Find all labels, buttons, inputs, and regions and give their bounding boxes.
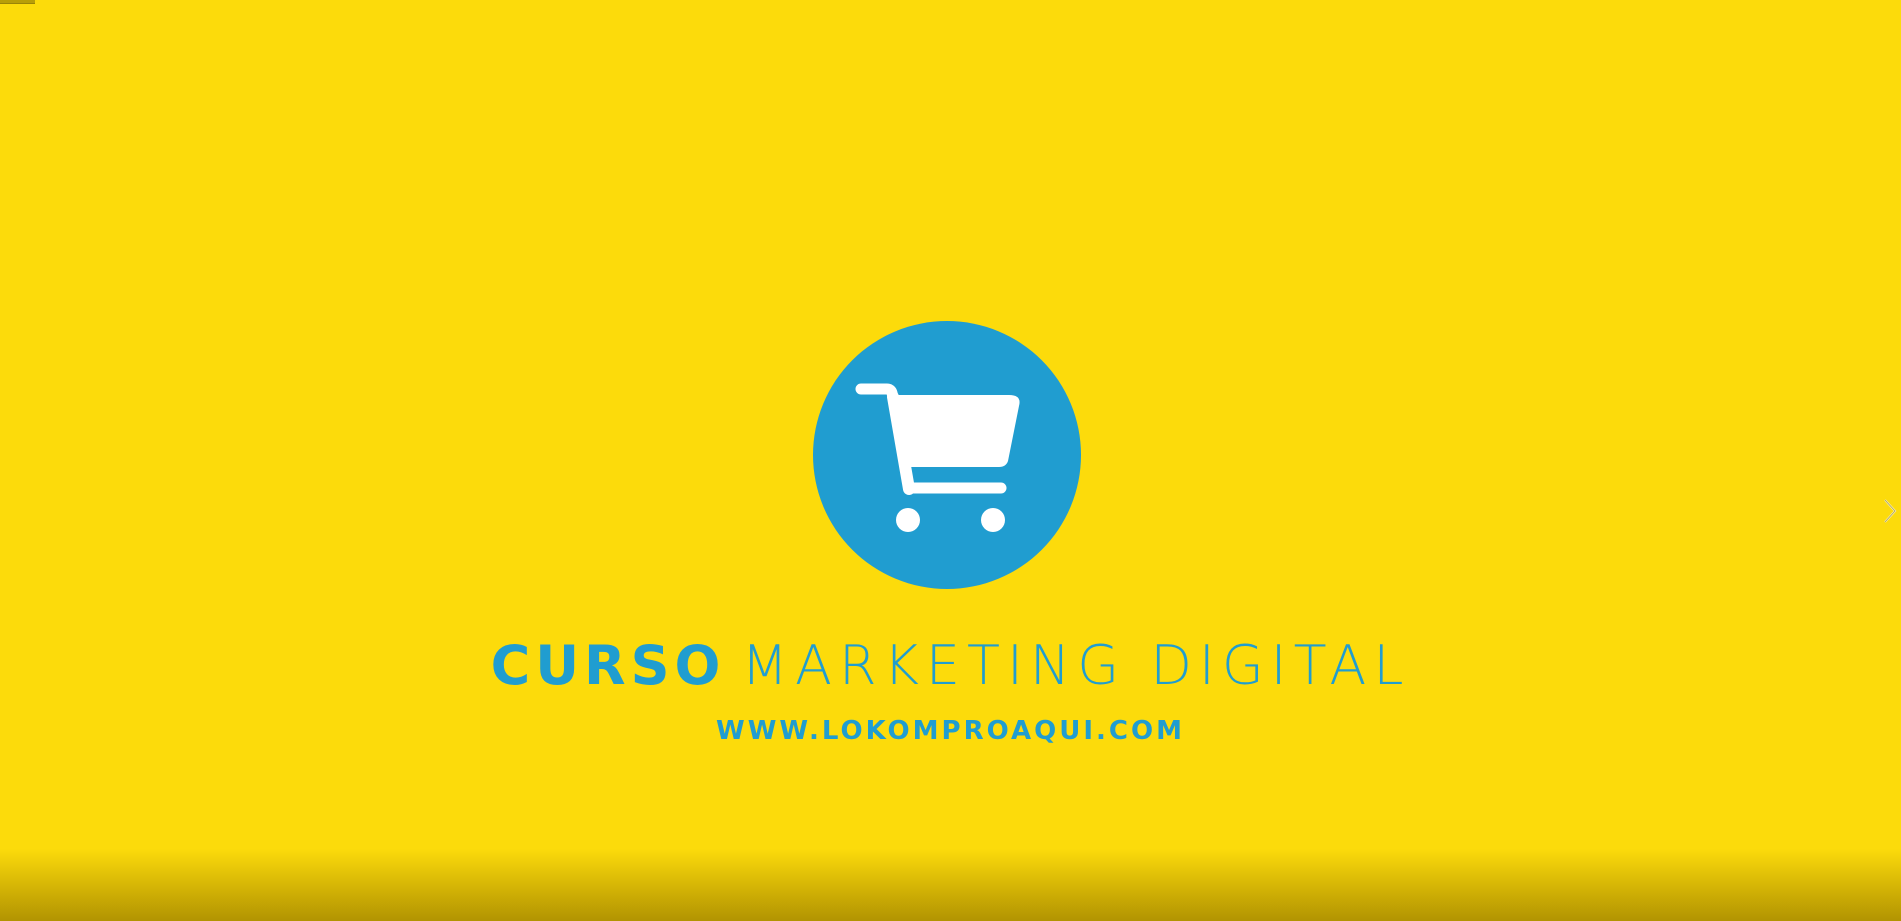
website-url: WWW.LOKOMPROAQUI.COM — [716, 716, 1185, 746]
chevron-right-icon — [1884, 499, 1897, 523]
course-title: CURSO MARKETING DIGITAL — [0, 636, 1901, 696]
next-slide-button[interactable] — [1882, 497, 1898, 525]
corner-mark — [0, 0, 35, 4]
title-bold-word: CURSO — [490, 634, 726, 697]
logo-circle — [813, 321, 1081, 589]
bottom-shade — [0, 849, 1901, 921]
slide-stage: CURSO MARKETING DIGITAL WWW.LOKOMPROAQUI.… — [0, 0, 1901, 921]
shopping-cart-icon — [855, 383, 1020, 532]
title-light-words: MARKETING DIGITAL — [741, 634, 1411, 697]
